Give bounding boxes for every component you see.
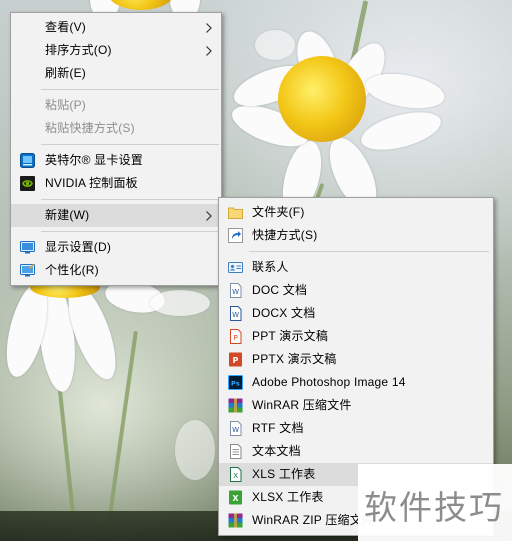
menu-item-label: PPTX 演示文稿 <box>252 352 337 366</box>
svg-text:Ps: Ps <box>231 380 240 388</box>
menu-item-label: 英特尔® 显卡设置 <box>45 153 143 167</box>
menu-item-label: 快捷方式(S) <box>252 228 318 242</box>
new-winrar-archive-item[interactable]: WinRAR 压缩文件 <box>219 394 493 417</box>
menu-item-label: Adobe Photoshop Image 14 <box>252 375 406 389</box>
winrar-zip-icon <box>228 513 243 528</box>
menu-item-label: 新建(W) <box>45 208 90 222</box>
daisy-petal <box>150 290 210 316</box>
menu-item-label: 排序方式(O) <box>45 43 112 57</box>
daisy-petal <box>255 30 295 60</box>
svg-text:P: P <box>233 334 237 342</box>
menu-item-label: RTF 文档 <box>252 421 304 435</box>
submenu-arrow-icon <box>205 16 213 39</box>
menu-item-nvidia-control-panel[interactable]: NVIDIA 控制面板 <box>11 172 221 195</box>
new-doc-item[interactable]: W DOC 文档 <box>219 279 493 302</box>
excel-icon: X <box>228 467 243 482</box>
excel-icon: X <box>228 490 243 505</box>
new-rtf-item[interactable]: W RTF 文档 <box>219 417 493 440</box>
menu-item-label: 文本文档 <box>252 444 301 458</box>
menu-separator <box>41 199 219 200</box>
submenu-arrow-icon <box>205 39 213 62</box>
text-document-icon <box>228 444 243 459</box>
svg-text:X: X <box>232 494 239 503</box>
new-pptx-item[interactable]: P PPTX 演示文稿 <box>219 348 493 371</box>
menu-item-label: XLS 工作表 <box>252 467 316 481</box>
intel-graphics-icon <box>20 153 35 168</box>
new-ppt-item[interactable]: P PPT 演示文稿 <box>219 325 493 348</box>
menu-item-label: NVIDIA 控制面板 <box>45 176 138 190</box>
menu-item-label: PPT 演示文稿 <box>252 329 329 343</box>
new-folder-item[interactable]: 文件夹(F) <box>219 201 493 224</box>
menu-item-label: 联系人 <box>252 260 289 274</box>
svg-text:W: W <box>232 311 239 319</box>
winrar-icon <box>228 398 243 413</box>
menu-item-label: 个性化(R) <box>45 263 99 277</box>
svg-text:W: W <box>232 288 239 296</box>
menu-item-refresh[interactable]: 刷新(E) <box>11 62 221 85</box>
menu-item-new[interactable]: 新建(W) <box>11 204 221 227</box>
menu-item-label: 粘贴(P) <box>45 98 86 112</box>
menu-item-label: DOC 文档 <box>252 283 308 297</box>
folder-icon <box>228 205 243 220</box>
new-docx-item[interactable]: W DOCX 文档 <box>219 302 493 325</box>
menu-separator <box>249 251 489 252</box>
menu-separator <box>41 89 219 90</box>
menu-item-label: 文件夹(F) <box>252 205 305 219</box>
svg-text:W: W <box>232 426 239 434</box>
new-shortcut-item[interactable]: 快捷方式(S) <box>219 224 493 247</box>
menu-item-label: WinRAR 压缩文件 <box>252 398 352 412</box>
contact-card-icon <box>228 260 243 275</box>
menu-item-label: 显示设置(D) <box>45 240 112 254</box>
rtf-document-icon: W <box>228 421 243 436</box>
daisy-petal <box>362 68 448 114</box>
nvidia-icon <box>20 176 35 191</box>
menu-item-paste-shortcut[interactable]: 粘贴快捷方式(S) <box>11 117 221 140</box>
submenu-arrow-icon <box>205 204 213 227</box>
daisy-petal <box>175 420 215 480</box>
menu-item-label: DOCX 文档 <box>252 306 316 320</box>
watermark-text: 软件技巧 <box>364 488 504 527</box>
daisy-petal <box>357 104 445 158</box>
menu-item-view[interactable]: 查看(V) <box>11 16 221 39</box>
menu-item-label: 粘贴快捷方式(S) <box>45 121 135 135</box>
menu-item-label: WinRAR ZIP 压缩文件 <box>252 513 375 527</box>
menu-item-display-settings[interactable]: 显示设置(D) <box>11 236 221 259</box>
menu-item-sort-by[interactable]: 排序方式(O) <box>11 39 221 62</box>
menu-item-paste[interactable]: 粘贴(P) <box>11 94 221 117</box>
new-photoshop-image-item[interactable]: Ps Adobe Photoshop Image 14 <box>219 371 493 394</box>
powerpoint-icon: P <box>228 352 243 367</box>
display-settings-icon <box>20 240 35 255</box>
menu-item-personalize[interactable]: 个性化(R) <box>11 259 221 282</box>
menu-item-label: 刷新(E) <box>45 66 86 80</box>
new-contact-item[interactable]: 联系人 <box>219 256 493 279</box>
menu-separator <box>41 231 219 232</box>
menu-item-label: 查看(V) <box>45 20 86 34</box>
menu-separator <box>41 144 219 145</box>
new-text-document-item[interactable]: 文本文档 <box>219 440 493 463</box>
shortcut-icon <box>228 228 243 243</box>
desktop-context-menu: 查看(V) 排序方式(O) 刷新(E) 粘贴(P) 粘贴快捷方式(S) 英特尔®… <box>10 12 222 286</box>
daisy-center <box>278 56 366 142</box>
svg-text:P: P <box>232 356 238 365</box>
word-document-icon: W <box>228 306 243 321</box>
menu-item-label: XLSX 工作表 <box>252 490 324 504</box>
photoshop-icon: Ps <box>228 375 243 390</box>
powerpoint-icon: P <box>228 329 243 344</box>
personalize-icon <box>20 263 35 278</box>
word-document-icon: W <box>228 283 243 298</box>
svg-text:X: X <box>233 472 238 480</box>
menu-item-intel-graphics[interactable]: 英特尔® 显卡设置 <box>11 149 221 172</box>
